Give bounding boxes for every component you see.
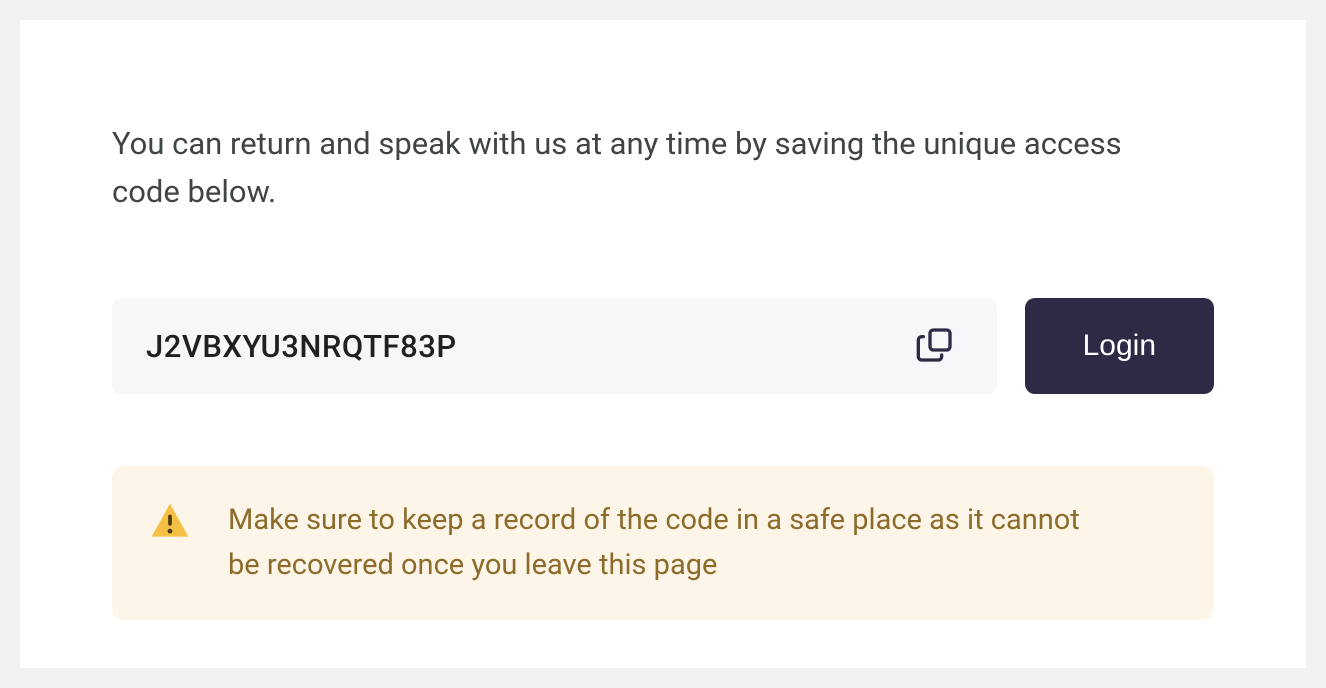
intro-text: You can return and speak with us at any … <box>112 120 1152 216</box>
copy-icon <box>915 325 955 368</box>
access-code-value: J2VBXYU3NRQTF83P <box>146 328 457 365</box>
access-code-card: You can return and speak with us at any … <box>20 20 1306 668</box>
warning-box: Make sure to keep a record of the code i… <box>112 466 1214 620</box>
code-row: J2VBXYU3NRQTF83P Login <box>112 298 1214 394</box>
access-code-box: J2VBXYU3NRQTF83P <box>112 298 997 394</box>
warning-icon <box>148 498 192 544</box>
copy-button[interactable] <box>907 317 963 376</box>
login-button[interactable]: Login <box>1025 298 1214 394</box>
warning-text: Make sure to keep a record of the code i… <box>228 498 1108 588</box>
